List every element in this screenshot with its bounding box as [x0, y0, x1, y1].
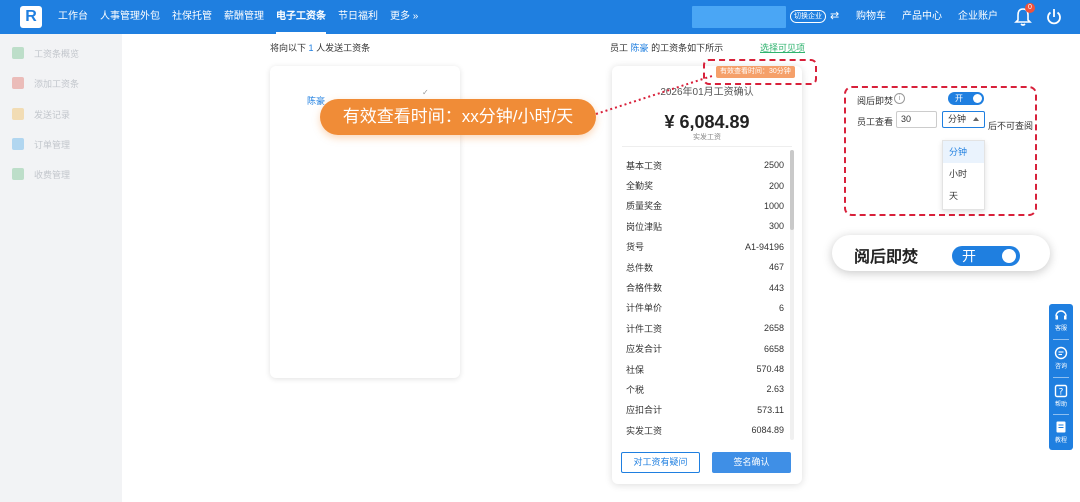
time-unit-option-day[interactable]: 天: [943, 185, 984, 207]
table-row: 应扣合计 573.11: [626, 404, 784, 416]
send-tip: 将向以下 1 人发送工资条: [270, 43, 371, 53]
table-row: 岗位津贴 300: [626, 221, 784, 232]
select-visible-items-link[interactable]: 选择可见项: [760, 41, 805, 54]
table-row: 计件工资 2658: [626, 323, 784, 334]
valid-time-callout: 有效查看时间：xx分钟/小时/天: [320, 99, 596, 135]
rail-help[interactable]: ? 帮助: [1049, 380, 1073, 414]
product-center-link[interactable]: 产品中心: [902, 0, 942, 34]
sign-confirm-button[interactable]: 签名确认: [712, 452, 791, 473]
burn-after-reading-toggle[interactable]: 开: [948, 92, 984, 105]
sidebar-item-label: 订单管理: [34, 139, 71, 150]
send-icon: [12, 108, 24, 120]
billing-icon: [12, 168, 24, 180]
sidebar-item-billing[interactable]: 收费管理: [12, 166, 70, 182]
payslip-title: 2026年01月工资确认: [660, 87, 754, 98]
table-row: 合格件数 443: [626, 282, 784, 294]
rail-divider: [1053, 414, 1069, 415]
nav-item-payroll[interactable]: 薪酬管理: [224, 0, 264, 34]
sidebar-item-overview[interactable]: 工资条概览: [12, 45, 79, 61]
info-icon[interactable]: i: [894, 93, 905, 104]
sidebar-item-label: 添加工资条: [34, 78, 80, 89]
rail-divider: [1053, 377, 1069, 378]
company-name-field[interactable]: [692, 6, 786, 28]
divider: [622, 146, 792, 147]
swap-icon[interactable]: ⇄: [830, 9, 839, 22]
sidebar-item-label: 收费管理: [34, 169, 71, 180]
view-duration-input[interactable]: 30: [896, 111, 937, 128]
sidebar-item-orders[interactable]: 订单管理: [12, 136, 70, 152]
time-unit-dropdown: 分钟 小时 天: [942, 140, 985, 210]
table-row: 全勤奖 200: [626, 180, 784, 192]
burn-after-reading-pill-toggle[interactable]: 开: [952, 246, 1020, 266]
help-icon: ?: [1054, 384, 1068, 398]
switch-company-badge[interactable]: 切换企业: [790, 10, 826, 23]
rail-consult[interactable]: 咨询: [1049, 342, 1073, 376]
table-row: 计件单价 6: [626, 302, 784, 314]
payslip-rows: 基本工资 2500 全勤奖 200 质量奖金 1000 岗位津贴 300 货号 A1-94…: [626, 155, 784, 440]
valid-time-highlight: [703, 59, 817, 85]
chat-icon: [1054, 346, 1068, 360]
time-unit-option-minute[interactable]: 分钟: [943, 141, 984, 163]
nav-item-e-payslip[interactable]: 电子工资条: [276, 0, 326, 34]
table-row: 社保 570.48: [626, 364, 784, 375]
payslip-scrollbar-thumb[interactable]: [790, 150, 794, 230]
net-pay-amount: ¥ 6,084.89: [664, 112, 750, 132]
caret-up-icon: [973, 117, 979, 121]
order-icon: [12, 138, 24, 150]
nav-item-workbench[interactable]: 工作台: [58, 0, 88, 34]
sidebar-item-label: 发送记录: [34, 109, 71, 120]
nav-item-holiday-benefits[interactable]: 节日福利: [338, 0, 378, 34]
nav-item-more[interactable]: 更多 »: [390, 0, 418, 34]
employee-view-label: 员工查看: [857, 117, 894, 127]
table-row: 应发合计 6658: [626, 343, 784, 355]
sidebar-item-label: 工资条概览: [34, 48, 80, 59]
table-row: 个税 2.63: [626, 384, 784, 395]
main-nav: 工作台 人事管理外包 社保托管 薪酬管理 电子工资条 节日福利 更多 »: [58, 0, 430, 34]
table-row: 质量奖金 1000: [626, 200, 784, 212]
preview-title: 员工 陈豪 的工资条如下所示: [610, 43, 724, 53]
burn-after-reading-label: 阅后即焚: [857, 96, 894, 106]
power-icon[interactable]: [1045, 7, 1063, 27]
sidebar: [0, 34, 122, 502]
sidebar-item-send-records[interactable]: 发送记录: [12, 106, 70, 122]
headset-icon: [1055, 310, 1067, 320]
table-row: 总件数 467: [626, 262, 784, 273]
time-unit-option-hour[interactable]: 小时: [943, 163, 984, 185]
notification-badge: 0: [1025, 3, 1035, 13]
home-icon: [12, 47, 24, 59]
nav-item-social-security[interactable]: 社保托管: [172, 0, 212, 34]
rail-customer-service[interactable]: 客服: [1049, 304, 1073, 338]
check-icon: ✓: [422, 88, 429, 97]
recipient-name[interactable]: 陈豪: [307, 94, 325, 107]
payslip-question-button[interactable]: 对工资有疑问: [621, 452, 700, 473]
table-row: 货号 A1-94196: [626, 241, 784, 253]
svg-text:?: ?: [1059, 388, 1064, 398]
burn-after-reading-pill-label: 阅后即焚: [854, 249, 919, 266]
rail-divider: [1053, 339, 1069, 340]
net-pay-label: 实发工资: [693, 134, 721, 141]
sidebar-item-add-payslip[interactable]: 添加工资条: [12, 75, 79, 91]
table-row: 实发工资 6084.89: [626, 425, 784, 436]
table-row: 基本工资 2500: [626, 160, 784, 171]
cart-link[interactable]: 购物车: [856, 0, 886, 34]
book-icon: [1056, 421, 1066, 433]
nav-item-hr-outsourcing[interactable]: 人事管理外包: [100, 0, 160, 34]
enterprise-account-link[interactable]: 企业账户: [958, 0, 998, 34]
time-unit-select[interactable]: 分钟: [942, 111, 985, 128]
add-icon: [12, 77, 24, 89]
rail-tutorial[interactable]: 教程: [1049, 416, 1073, 450]
brand-logo[interactable]: R: [20, 6, 42, 28]
unreadable-after-label: 后不可查阅: [988, 121, 1034, 131]
